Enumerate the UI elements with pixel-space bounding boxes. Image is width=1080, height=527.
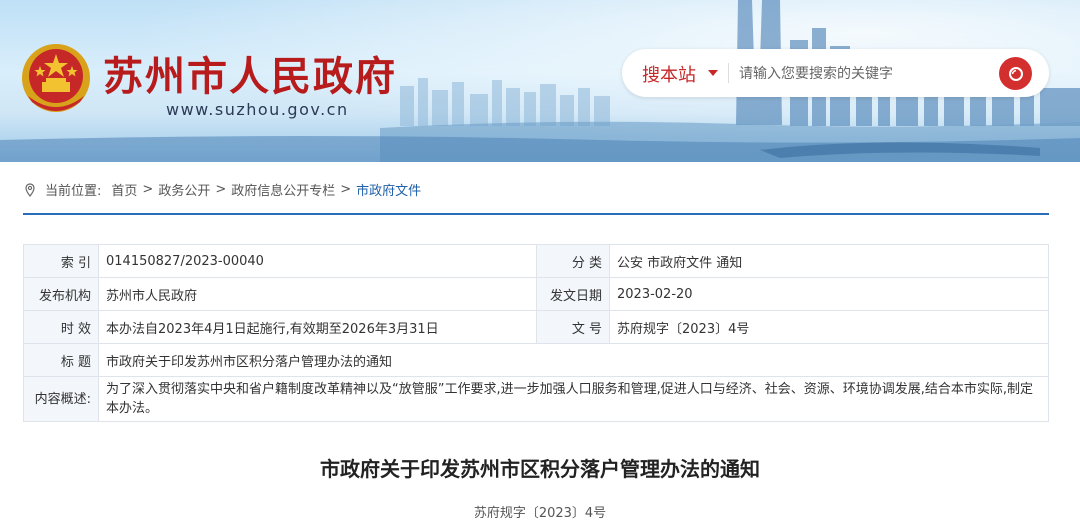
search-icon bbox=[1008, 66, 1023, 81]
site-domain: www.suzhou.gov.cn bbox=[166, 100, 349, 119]
breadcrumb-separator: > bbox=[340, 182, 352, 197]
search-input[interactable] bbox=[737, 62, 991, 86]
docno-value: 苏府规字〔2023〕4号 bbox=[609, 310, 1049, 344]
summary-value: 为了深入贯彻落实中央和省户籍制度改革精神以及“放管服”工作要求,进一步加强人口服… bbox=[98, 376, 1049, 422]
breadcrumb: 当前位置: 首页 > 政务公开 > 政府信息公开专栏 > 市政府文件 bbox=[23, 180, 421, 199]
search-bar: 搜本站 bbox=[622, 49, 1049, 97]
breadcrumb-government-affairs[interactable]: 政务公开 bbox=[158, 180, 210, 199]
docno-label: 文 号 bbox=[536, 310, 610, 344]
table-row: 标 题 市政府关于印发苏州市区积分落户管理办法的通知 bbox=[23, 343, 1049, 377]
section-divider bbox=[23, 213, 1049, 215]
validity-label: 时 效 bbox=[23, 310, 99, 344]
search-button[interactable] bbox=[999, 57, 1032, 90]
index-value: 014150827/2023-00040 bbox=[98, 244, 537, 278]
issuer-label: 发布机构 bbox=[23, 277, 99, 311]
breadcrumb-info-disclosure[interactable]: 政府信息公开专栏 bbox=[231, 180, 335, 199]
table-row: 内容概述: 为了深入贯彻落实中央和省户籍制度改革精神以及“放管服”工作要求,进一… bbox=[23, 376, 1049, 422]
national-emblem-icon bbox=[22, 44, 90, 112]
breadcrumb-separator: > bbox=[142, 182, 154, 197]
category-label: 分 类 bbox=[536, 244, 610, 278]
document-number: 苏府规字〔2023〕4号 bbox=[473, 506, 607, 521]
date-value: 2023-02-20 bbox=[609, 277, 1049, 311]
chevron-down-icon[interactable] bbox=[708, 70, 718, 76]
title-value: 市政府关于印发苏州市区积分落户管理办法的通知 bbox=[98, 343, 1049, 377]
issuer-value: 苏州市人民政府 bbox=[98, 277, 537, 311]
breadcrumb-prefix: 当前位置: bbox=[45, 184, 102, 199]
summary-label: 内容概述: bbox=[23, 376, 99, 422]
search-scope-dropdown[interactable]: 搜本站 bbox=[642, 61, 696, 87]
document-meta-table: 索 引 014150827/2023-00040 分 类 公安 市政府文件 通知… bbox=[23, 244, 1049, 422]
site-header: 苏州市人民政府 www.suzhou.gov.cn 搜本站 bbox=[0, 0, 1080, 162]
site-title[interactable]: 苏州市人民政府 bbox=[103, 44, 397, 102]
breadcrumb-city-documents[interactable]: 市政府文件 bbox=[356, 180, 421, 199]
table-row: 发布机构 苏州市人民政府 发文日期 2023-02-20 bbox=[23, 277, 1049, 311]
search-divider bbox=[728, 63, 729, 83]
category-value: 公安 市政府文件 通知 bbox=[609, 244, 1049, 278]
date-label: 发文日期 bbox=[536, 277, 610, 311]
table-row: 索 引 014150827/2023-00040 分 类 公安 市政府文件 通知 bbox=[23, 244, 1049, 278]
breadcrumb-home[interactable]: 首页 bbox=[111, 180, 137, 199]
title-label: 标 题 bbox=[23, 343, 99, 377]
breadcrumb-separator: > bbox=[215, 182, 227, 197]
location-pin-icon bbox=[25, 182, 35, 197]
table-row: 时 效 本办法自2023年4月1日起施行,有效期至2026年3月31日 文 号 … bbox=[23, 310, 1049, 344]
validity-value: 本办法自2023年4月1日起施行,有效期至2026年3月31日 bbox=[98, 310, 537, 344]
index-label: 索 引 bbox=[23, 244, 99, 278]
document-title: 市政府关于印发苏州市区积分落户管理办法的通知 bbox=[320, 457, 760, 481]
